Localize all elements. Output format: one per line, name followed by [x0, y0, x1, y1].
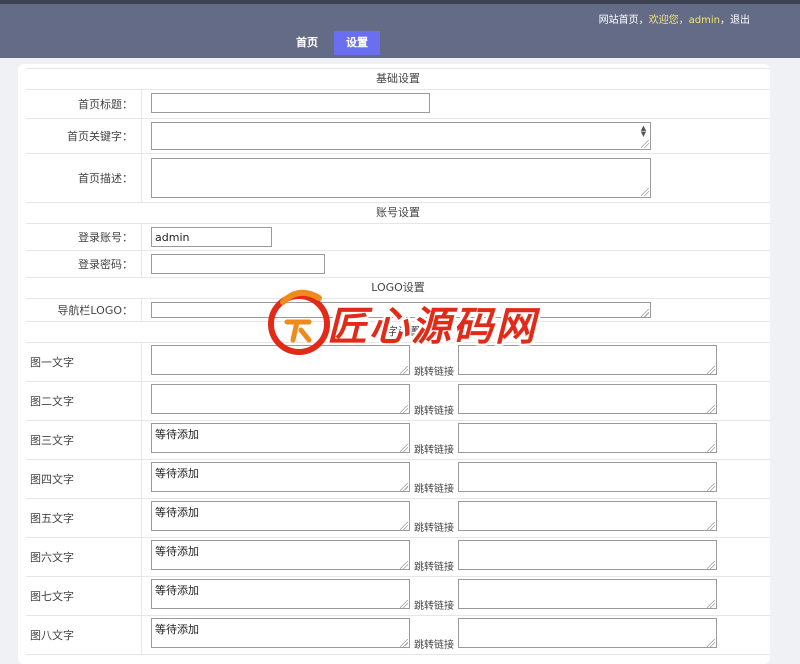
image-link-textarea[interactable] [458, 501, 717, 531]
image-row: 图三文字 等待添加 跳转链接 [26, 421, 770, 460]
separator: ， [720, 15, 730, 26]
image-row: 图四文字 等待添加 跳转链接 [26, 460, 770, 499]
image-row: 图五文字 等待添加 跳转链接 [26, 499, 770, 538]
description-label: 首页描述： [26, 154, 142, 202]
keywords-textarea[interactable] [151, 122, 651, 150]
image-row: 图二文字 跳转链接 [26, 382, 770, 421]
logout-link[interactable]: 退出 [730, 11, 750, 26]
image-link-textarea[interactable] [458, 579, 717, 609]
row-login-account: 登录账号： [26, 224, 770, 251]
jump-link-label: 跳转链接 [414, 445, 454, 456]
top-links: 网站首页，欢迎您，admin，退出 [599, 11, 750, 26]
section-title-images: 文字设置 [26, 322, 770, 343]
separator: ， [638, 15, 649, 26]
settings-panel: 基础设置 首页标题： 首页关键字： ▲▼ 首页描述： 账号设置 登录账号： 登录… [18, 64, 770, 664]
keywords-label: 首页关键字： [26, 119, 142, 153]
nav-logo-textarea[interactable] [151, 302, 651, 318]
jump-link-label: 跳转链接 [414, 484, 454, 495]
image-row: 图七文字 等待添加 跳转链接 [26, 577, 770, 616]
header-bar: 网站首页，欢迎您，admin，退出 首页 设置 [0, 4, 800, 58]
image-row: 图六文字 等待添加 跳转链接 [26, 538, 770, 577]
login-password-label: 登录密码： [26, 251, 142, 277]
image-text-textarea[interactable] [151, 384, 410, 414]
login-account-input[interactable] [151, 227, 272, 247]
nav-logo-label: 导航栏LOGO： [26, 299, 142, 321]
row-login-password: 登录密码： [26, 251, 770, 278]
row-keywords: 首页关键字： ▲ ▼ [26, 119, 770, 154]
image-row-label: 图七文字 [26, 577, 142, 615]
home-title-label: 首页标题： [26, 90, 142, 118]
image-text-textarea[interactable]: 等待添加 [151, 540, 410, 570]
image-text-textarea[interactable]: 等待添加 [151, 579, 410, 609]
image-text-textarea[interactable] [151, 345, 410, 375]
image-link-textarea[interactable] [458, 384, 717, 414]
image-text-textarea[interactable]: 等待添加 [151, 501, 410, 531]
jump-link-label: 跳转链接 [414, 601, 454, 612]
image-row-label: 图二文字 [26, 382, 142, 420]
image-row-label: 图五文字 [26, 499, 142, 537]
welcome-text: 欢迎您，admin [648, 15, 720, 26]
jump-link-label: 跳转链接 [414, 367, 454, 378]
jump-link-label: 跳转链接 [414, 406, 454, 417]
image-row-label: 图一文字 [26, 343, 142, 381]
row-home-title: 首页标题： [26, 90, 770, 119]
image-link-textarea[interactable] [458, 540, 717, 570]
nav-item-settings[interactable]: 设置 [334, 31, 380, 55]
image-row: 图八文字 等待添加 跳转链接 [26, 616, 770, 655]
image-link-textarea[interactable] [458, 423, 717, 453]
main-nav: 首页 设置 [284, 31, 384, 55]
image-rows: 图一文字 跳转链接 图二文字 跳转链接 图三文字 等待添加 跳转链接 图四文字 … [26, 343, 770, 655]
image-row-label: 图八文字 [26, 616, 142, 654]
image-link-textarea[interactable] [458, 618, 717, 648]
image-text-textarea[interactable]: 等待添加 [151, 423, 410, 453]
image-row: 图一文字 跳转链接 [26, 343, 770, 382]
image-row-label: 图四文字 [26, 460, 142, 498]
image-row-label: 图三文字 [26, 421, 142, 459]
section-title-account: 账号设置 [26, 203, 770, 224]
jump-link-label: 跳转链接 [414, 562, 454, 573]
section-title-basic: 基础设置 [26, 69, 770, 90]
description-textarea[interactable] [151, 158, 651, 198]
jump-link-label: 跳转链接 [414, 523, 454, 534]
section-title-logo: LOGO设置 [26, 278, 770, 299]
row-description: 首页描述： [26, 154, 770, 203]
login-password-input[interactable] [151, 254, 325, 274]
row-nav-logo: 导航栏LOGO： [26, 299, 770, 322]
image-link-textarea[interactable] [458, 462, 717, 492]
settings-form: 基础设置 首页标题： 首页关键字： ▲▼ 首页描述： 账号设置 登录账号： 登录… [26, 68, 770, 655]
home-title-input[interactable] [151, 93, 430, 113]
login-account-label: 登录账号： [26, 224, 142, 250]
jump-link-label: 跳转链接 [414, 640, 454, 651]
site-home-link[interactable]: 网站首页 [599, 11, 639, 26]
image-text-textarea[interactable]: 等待添加 [151, 618, 410, 648]
image-text-textarea[interactable]: 等待添加 [151, 462, 410, 492]
image-row-label: 图六文字 [26, 538, 142, 576]
nav-item-home[interactable]: 首页 [284, 31, 330, 55]
image-link-textarea[interactable] [458, 345, 717, 375]
spinner-arrows-icon[interactable]: ▲ ▼ [639, 125, 648, 138]
